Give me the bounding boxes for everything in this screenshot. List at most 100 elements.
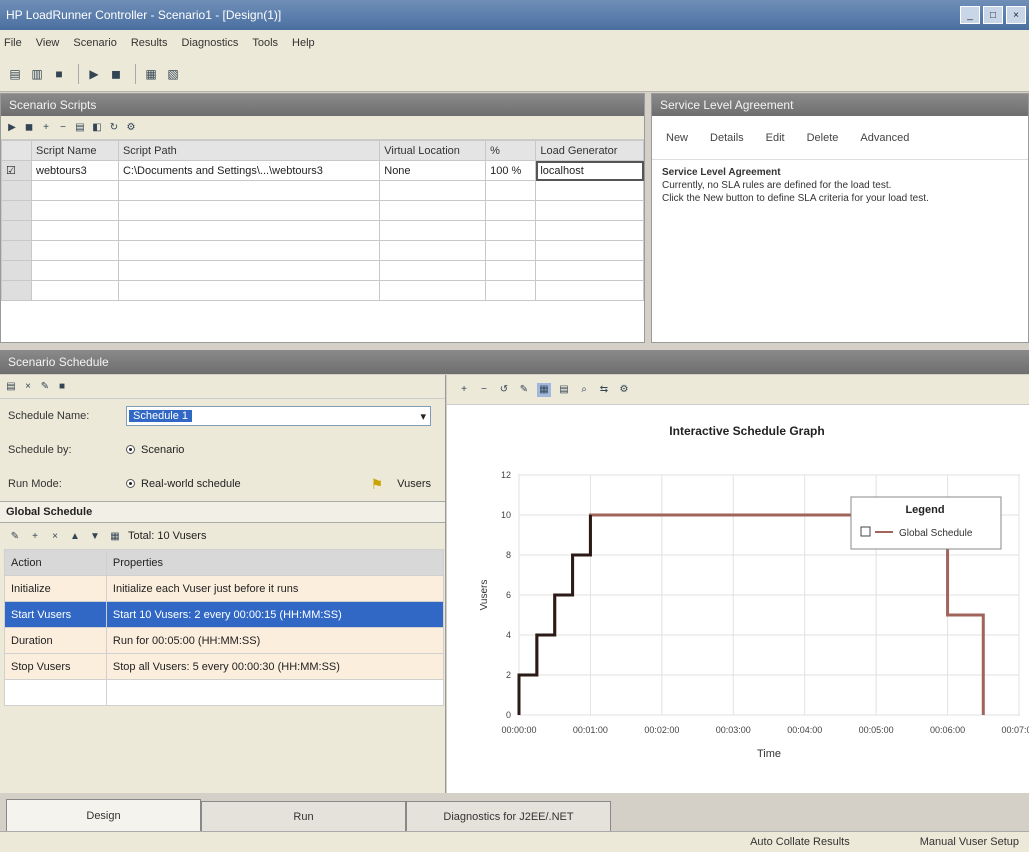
legend-checkbox[interactable]: [860, 526, 871, 537]
load-generator-cell[interactable]: localhost: [535, 160, 644, 181]
manual-vuser-setup-status[interactable]: Manual Vuser Setup: [920, 836, 1019, 848]
graph-edit-icon[interactable]: ✎: [517, 383, 531, 397]
legend-entry: Global Schedule: [899, 528, 973, 539]
table-row[interactable]: Start Vusers Start 10 Vusers: 2 every 00…: [4, 601, 445, 628]
stop-icon[interactable]: ◼: [22, 121, 36, 135]
graph-table-icon[interactable]: ▤: [557, 383, 571, 397]
tab-design[interactable]: Design: [6, 799, 201, 831]
schedule-toolbar: ▤ × ✎ ■: [0, 375, 445, 399]
delete-schedule-icon[interactable]: ×: [21, 380, 35, 394]
schedule-save-icon[interactable]: ■: [55, 380, 69, 394]
stop-icon[interactable]: ◼: [107, 65, 125, 83]
add-icon[interactable]: +: [39, 121, 53, 135]
graph-zoom-out-icon[interactable]: −: [477, 383, 491, 397]
sla-pane: Service Level Agreement New Details Edit…: [651, 93, 1029, 343]
schedule-graph[interactable]: Interactive Schedule Graph 0 2 4 6 8 10 12 00:0…: [447, 405, 1029, 793]
play-icon[interactable]: ▶: [5, 121, 19, 135]
y-tick-label: 6: [506, 590, 511, 600]
delete-action-icon[interactable]: ×: [48, 529, 62, 543]
vusers-label: Vusers: [397, 478, 431, 490]
action-cell[interactable]: Initialize: [4, 575, 107, 602]
analyze-icon[interactable]: ▧: [164, 65, 182, 83]
sla-header: Service Level Agreement: [652, 94, 1028, 116]
new-icon[interactable]: ▤: [6, 65, 24, 83]
x-tick-label: 00:02:00: [644, 725, 679, 735]
move-up-icon[interactable]: ▲: [68, 529, 82, 543]
details-icon[interactable]: ▤: [73, 121, 87, 135]
chevron-down-icon[interactable]: ▾: [420, 410, 430, 423]
edit-action-icon[interactable]: ✎: [8, 529, 22, 543]
graph-search-icon[interactable]: ⌕: [577, 383, 591, 397]
settings-icon[interactable]: ⚙: [124, 121, 138, 135]
table-row[interactable]: [4, 679, 445, 706]
sla-new-button[interactable]: New: [666, 132, 688, 144]
results-icon[interactable]: ▦: [142, 65, 160, 83]
maximize-icon[interactable]: □: [983, 6, 1003, 24]
graph-settings-icon[interactable]: ⚙: [617, 383, 631, 397]
table-row[interactable]: Initialize Initialize each Vuser just be…: [4, 575, 445, 602]
sla-details-button[interactable]: Details: [710, 132, 744, 144]
graph-split-icon[interactable]: ⇆: [597, 383, 611, 397]
close-icon[interactable]: ×: [1006, 6, 1026, 24]
schedule-name-field[interactable]: Schedule 1 ▾: [126, 406, 431, 426]
view-script-icon[interactable]: ◧: [90, 121, 104, 135]
script-path-cell[interactable]: C:\Documents and Settings\...\webtours3: [117, 160, 381, 181]
col-script-name[interactable]: Script Name: [31, 140, 119, 161]
graph-reset-icon[interactable]: ↺: [497, 383, 511, 397]
tab-run[interactable]: Run: [201, 801, 406, 831]
properties-cell[interactable]: Stop all Vusers: 5 every 00:00:30 (HH:MM…: [105, 653, 445, 680]
move-down-icon[interactable]: ▼: [88, 529, 102, 543]
refresh-icon[interactable]: ↻: [107, 121, 121, 135]
table-row[interactable]: Stop Vusers Stop all Vusers: 5 every 00:…: [4, 653, 445, 680]
new-schedule-icon[interactable]: ▤: [4, 380, 18, 394]
percent-cell[interactable]: 100 %: [485, 160, 537, 181]
menu-diagnostics[interactable]: Diagnostics: [182, 37, 239, 49]
auto-collate-status[interactable]: Auto Collate Results: [750, 836, 850, 848]
x-tick-label: 00:00:00: [501, 725, 536, 735]
table-row[interactable]: ☑ webtours3 C:\Documents and Settings\..…: [1, 160, 644, 181]
sla-edit-button[interactable]: Edit: [766, 132, 785, 144]
remove-icon[interactable]: −: [56, 121, 70, 135]
add-action-icon[interactable]: +: [28, 529, 42, 543]
graph-zoom-in-icon[interactable]: +: [457, 383, 471, 397]
properties-cell[interactable]: Run for 00:05:00 (HH:MM:SS): [105, 627, 445, 654]
minimize-icon[interactable]: _: [960, 6, 980, 24]
menu-scenario[interactable]: Scenario: [73, 37, 116, 49]
col-percent[interactable]: %: [485, 140, 537, 161]
properties-cell[interactable]: Initialize each Vuser just before it run…: [105, 575, 445, 602]
graph-view-icon[interactable]: ▦: [537, 382, 551, 397]
total-vusers-text: Total: 10 Vusers: [128, 530, 207, 542]
col-virtual-location[interactable]: Virtual Location: [379, 140, 487, 161]
action-cell[interactable]: Stop Vusers: [4, 653, 107, 680]
schedule-by-radio[interactable]: Scenario: [126, 444, 184, 456]
script-name-cell[interactable]: webtours3: [31, 160, 119, 181]
status-bar: Auto Collate Results Manual Vuser Setup: [0, 831, 1029, 852]
row-checkbox[interactable]: ☑: [1, 160, 32, 181]
y-tick-label: 0: [506, 710, 511, 720]
col-script-path[interactable]: Script Path: [117, 140, 381, 161]
action-cell[interactable]: Start Vusers: [4, 601, 107, 628]
col-load-generator[interactable]: Load Generator: [535, 140, 644, 161]
properties-cell[interactable]: Start 10 Vusers: 2 every 00:00:15 (HH:MM…: [105, 601, 445, 628]
virtual-location-cell[interactable]: None: [379, 160, 487, 181]
action-cell[interactable]: Duration: [4, 627, 107, 654]
scenario-schedule-header: Scenario Schedule: [0, 350, 1029, 374]
vusers-icon[interactable]: ⚑: [371, 476, 384, 493]
run-mode-radio[interactable]: Real-world schedule: [126, 478, 241, 490]
menu-view[interactable]: View: [36, 37, 60, 49]
x-tick-label: 00:03:00: [716, 725, 751, 735]
tab-diagnostics[interactable]: Diagnostics for J2EE/.NET: [406, 801, 611, 831]
menu-help[interactable]: Help: [292, 37, 315, 49]
start-icon[interactable]: ▶: [85, 65, 103, 83]
scenario-scripts-toolbar: ▶ ◼ + − ▤ ◧ ↻ ⚙: [1, 116, 644, 140]
save-icon[interactable]: ■: [50, 65, 68, 83]
sla-advanced-button[interactable]: Advanced: [860, 132, 909, 144]
bottom-tabs: Design Run Diagnostics for J2EE/.NET: [0, 797, 1029, 831]
rename-icon[interactable]: ✎: [38, 380, 52, 394]
table-row[interactable]: Duration Run for 00:05:00 (HH:MM:SS): [4, 627, 445, 654]
menu-tools[interactable]: Tools: [252, 37, 278, 49]
menu-file[interactable]: File: [4, 37, 22, 49]
sla-delete-button[interactable]: Delete: [807, 132, 839, 144]
open-icon[interactable]: ▥: [28, 65, 46, 83]
menu-results[interactable]: Results: [131, 37, 168, 49]
